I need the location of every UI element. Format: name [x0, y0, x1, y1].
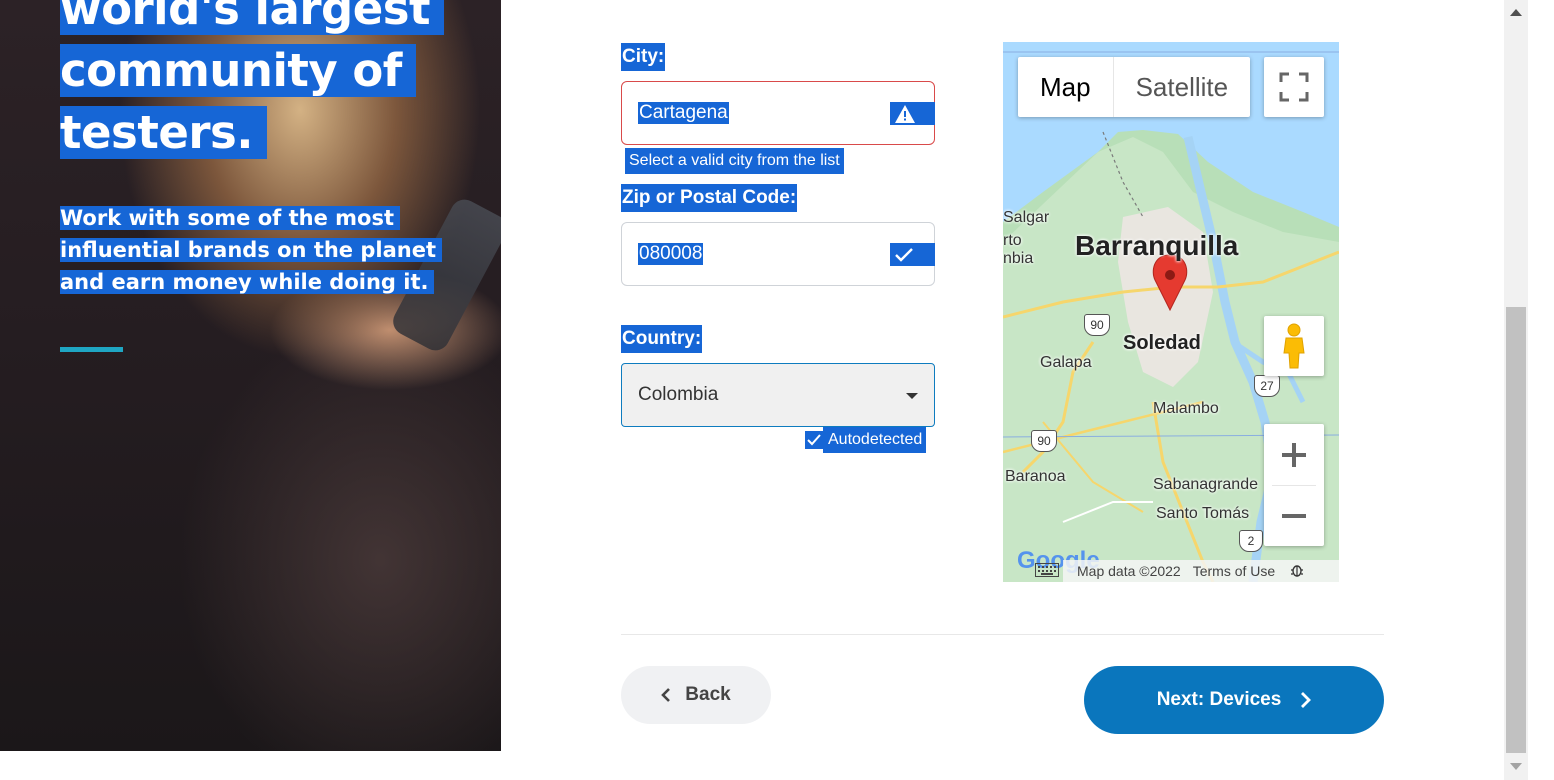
chevron-right-icon — [1301, 692, 1312, 708]
map-label-sabanagrande: Sabanagrande — [1153, 476, 1258, 493]
route-shield: 27 — [1254, 375, 1280, 397]
map-label-colombia: nbia — [1003, 250, 1034, 267]
fullscreen-icon — [1279, 72, 1309, 102]
hero-heading-line-1: world's largest — [60, 0, 445, 35]
zoom-divider — [1272, 485, 1316, 486]
street-view-button[interactable] — [1264, 316, 1324, 376]
map-terms-link[interactable]: Terms of Use — [1187, 563, 1281, 579]
city-input[interactable]: Cartagena — [621, 81, 935, 145]
back-button-label: Back — [685, 684, 731, 705]
country-select[interactable]: Colombia — [621, 363, 935, 427]
zip-input[interactable]: 080008 — [621, 222, 935, 286]
next-button-label: Next: Devices — [1156, 689, 1282, 710]
hero-subtitle-text: Work with some of the most influential b… — [60, 206, 442, 294]
hero-heading-line-3: testers. — [60, 106, 267, 159]
map-type-map-button[interactable]: Map — [1018, 57, 1113, 117]
check-icon — [805, 431, 823, 449]
hero-accent-bar — [60, 347, 123, 352]
vertical-scrollbar[interactable] — [1504, 0, 1554, 780]
section-divider — [621, 634, 1384, 635]
map-footer: Map data ©2022 Terms of Use — [1003, 560, 1339, 582]
autodetected-indicator: Autodetected — [805, 427, 927, 453]
map-label-malambo: Malambo — [1153, 400, 1219, 417]
map-label-salgar: Salgar — [1003, 209, 1050, 226]
route-shield: 90 — [1031, 430, 1057, 452]
zip-input-value: 080008 — [638, 243, 704, 265]
city-input-value: Cartagena — [638, 102, 729, 124]
minus-icon — [1282, 513, 1306, 518]
keyboard-icon[interactable] — [1029, 562, 1065, 580]
zoom-in-button[interactable] — [1264, 424, 1324, 485]
zoom-out-button[interactable] — [1264, 485, 1324, 546]
map-label-santo-tomas: Santo Tomás — [1156, 505, 1250, 522]
next-devices-button[interactable]: Next: Devices — [1084, 666, 1384, 734]
map-type-control: Map Satellite — [1018, 57, 1251, 117]
country-label: Country: — [621, 325, 703, 353]
map-label-baranoa: Baranoa — [1005, 468, 1066, 485]
map-label-galapa: Galapa — [1040, 354, 1092, 371]
chevron-left-icon — [661, 688, 671, 702]
map-type-satellite-button[interactable]: Satellite — [1114, 57, 1251, 117]
scroll-down-arrow-icon[interactable] — [1510, 763, 1522, 770]
scroll-up-arrow-icon[interactable] — [1510, 9, 1522, 16]
map-data-attribution: Map data ©2022 — [1077, 563, 1181, 579]
page-bottom — [0, 751, 1504, 780]
chevron-down-icon — [906, 393, 918, 399]
warning-icon — [890, 102, 935, 125]
country-select-value: Colombia — [638, 384, 719, 405]
map-label-barranquilla: Barranquilla — [1075, 230, 1239, 261]
route-shield: 2 — [1239, 530, 1263, 552]
map-label-puerto: rto — [1003, 232, 1022, 249]
hero-heading-line-2: community of — [60, 44, 416, 97]
autodetected-label: Autodetected — [823, 427, 927, 453]
back-button[interactable]: Back — [621, 666, 771, 724]
fullscreen-button[interactable] — [1264, 57, 1324, 117]
city-label: City: — [621, 43, 666, 71]
zoom-control — [1264, 424, 1324, 546]
hero-text: world's largest community of testers. Wo… — [60, 0, 460, 298]
route-shield: 90 — [1084, 314, 1110, 336]
location-map[interactable]: Barranquilla Soledad Galapa Malambo Bara… — [1003, 42, 1339, 582]
city-error-message: Select a valid city from the list — [625, 148, 844, 174]
pegman-icon — [1283, 323, 1305, 369]
checkmark-icon — [890, 243, 935, 266]
hero-panel: world's largest community of testers. Wo… — [0, 0, 501, 751]
bug-report-icon[interactable] — [1285, 563, 1309, 580]
zip-label: Zip or Postal Code: — [621, 184, 798, 212]
hero-subtitle: Work with some of the most influential b… — [60, 202, 460, 298]
map-label-soledad: Soledad — [1123, 332, 1201, 354]
hero-heading: world's largest community of testers. — [60, 0, 460, 164]
scrollbar-thumb[interactable] — [1506, 307, 1526, 753]
plus-icon — [1282, 442, 1306, 467]
